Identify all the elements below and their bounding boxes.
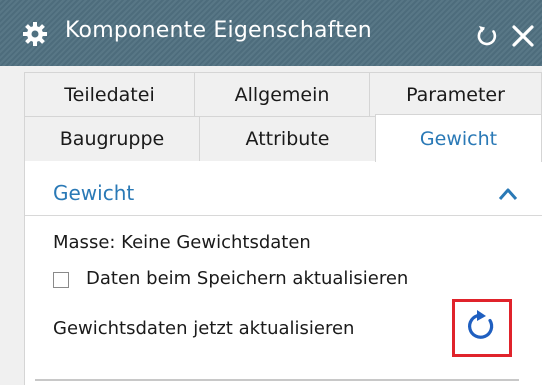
section-title[interactable]: Gewicht — [53, 181, 134, 205]
update-weight-label: Gewichtsdaten jetzt aktualisieren — [53, 318, 355, 339]
section-divider — [25, 215, 542, 216]
tab-label: Teiledatei — [64, 83, 155, 106]
chevron-up-icon[interactable] — [498, 186, 518, 200]
refresh-icon — [464, 308, 500, 348]
tab-label: Attribute — [245, 128, 330, 150]
tab-gewicht[interactable]: Gewicht — [375, 114, 542, 162]
tab-attribute[interactable]: Attribute — [199, 116, 376, 162]
update-weight-button[interactable] — [452, 299, 512, 357]
reset-icon[interactable] — [474, 23, 500, 49]
save-update-checkbox[interactable] — [53, 272, 69, 288]
mass-status-text: Masse: Keine Gewichtsdaten — [53, 232, 311, 253]
tab-bar: Teiledatei Allgemein Parameter Baugruppe… — [24, 72, 542, 162]
bottom-divider — [35, 379, 519, 381]
tab-allgemein[interactable]: Allgemein — [194, 72, 370, 117]
tab-parameter[interactable]: Parameter — [369, 72, 542, 117]
dialog-title: Komponente Eigenschaften — [65, 18, 372, 43]
tab-baugruppe[interactable]: Baugruppe — [24, 116, 200, 162]
properties-dialog: Komponente Eigenschaften Teiledatei Allg… — [0, 0, 542, 385]
gewicht-panel: Gewicht Masse: Keine Gewichtsdaten Daten… — [24, 161, 542, 385]
close-icon[interactable] — [508, 21, 538, 51]
tab-label: Gewicht — [419, 127, 498, 150]
tab-label: Allgemein — [234, 83, 330, 106]
tab-teiledatei[interactable]: Teiledatei — [24, 72, 195, 117]
save-update-checkbox-label[interactable]: Daten beim Speichern aktualisieren — [86, 268, 408, 289]
tab-label: Parameter — [406, 83, 505, 106]
tab-label: Baugruppe — [59, 128, 165, 150]
title-bar[interactable]: Komponente Eigenschaften — [0, 0, 542, 66]
gear-icon — [22, 21, 48, 47]
